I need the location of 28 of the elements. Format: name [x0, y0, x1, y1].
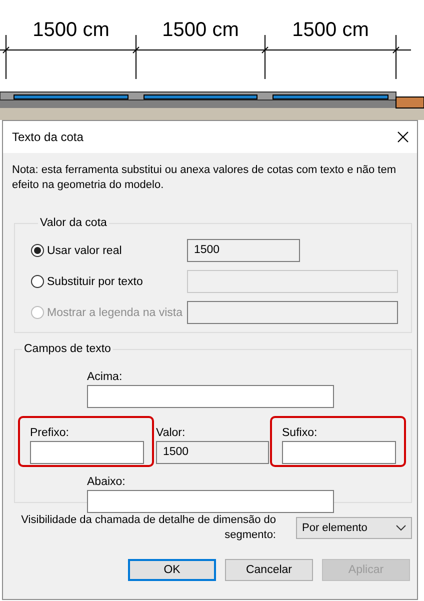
dialog-button[interactable]: Cancelar — [225, 559, 313, 581]
note-text: Nota: esta ferramenta substitui ou anexa valores de cotas com texto e não tem efeito na geometria do modelo. — [12, 163, 397, 193]
group-title: Campos de texto — [23, 343, 112, 355]
group-title: Valor da cota — [39, 217, 108, 229]
dialog-button[interactable]: OK — [128, 559, 216, 581]
window-title: Texto da cota — [12, 130, 84, 144]
field-label: Prefixo: — [30, 426, 70, 441]
field-label: Abaixo: — [87, 475, 126, 490]
input-field[interactable] — [30, 441, 144, 464]
dimension-label: 1500 cm — [162, 19, 239, 41]
close-icon[interactable] — [397, 131, 409, 143]
radio-option[interactable]: Substituir por texto — [31, 275, 187, 288]
field-label: Acima: — [87, 370, 124, 385]
caret-icon — [396, 525, 406, 531]
visibility-label: Visibilidade da chamada de detalhe de dimensão do segmento: — [20, 513, 276, 543]
input-field[interactable]: 1500 — [187, 239, 300, 262]
input-field[interactable] — [87, 385, 334, 408]
radio-option[interactable]: Usar valor real — [31, 244, 187, 257]
input-field[interactable] — [282, 441, 396, 464]
field-label: Sufixo: — [282, 426, 318, 441]
input-field[interactable]: 1500 — [156, 441, 269, 464]
input-field[interactable] — [87, 490, 334, 513]
input-field[interactable] — [187, 301, 398, 324]
dimension-label: 1500 cm — [32, 19, 110, 41]
field-label: Valor: — [156, 426, 186, 441]
dimension-label: 1500 cm — [292, 19, 369, 41]
input-field[interactable] — [187, 270, 398, 293]
visibility-dropdown[interactable]: Por elemento — [296, 517, 412, 539]
